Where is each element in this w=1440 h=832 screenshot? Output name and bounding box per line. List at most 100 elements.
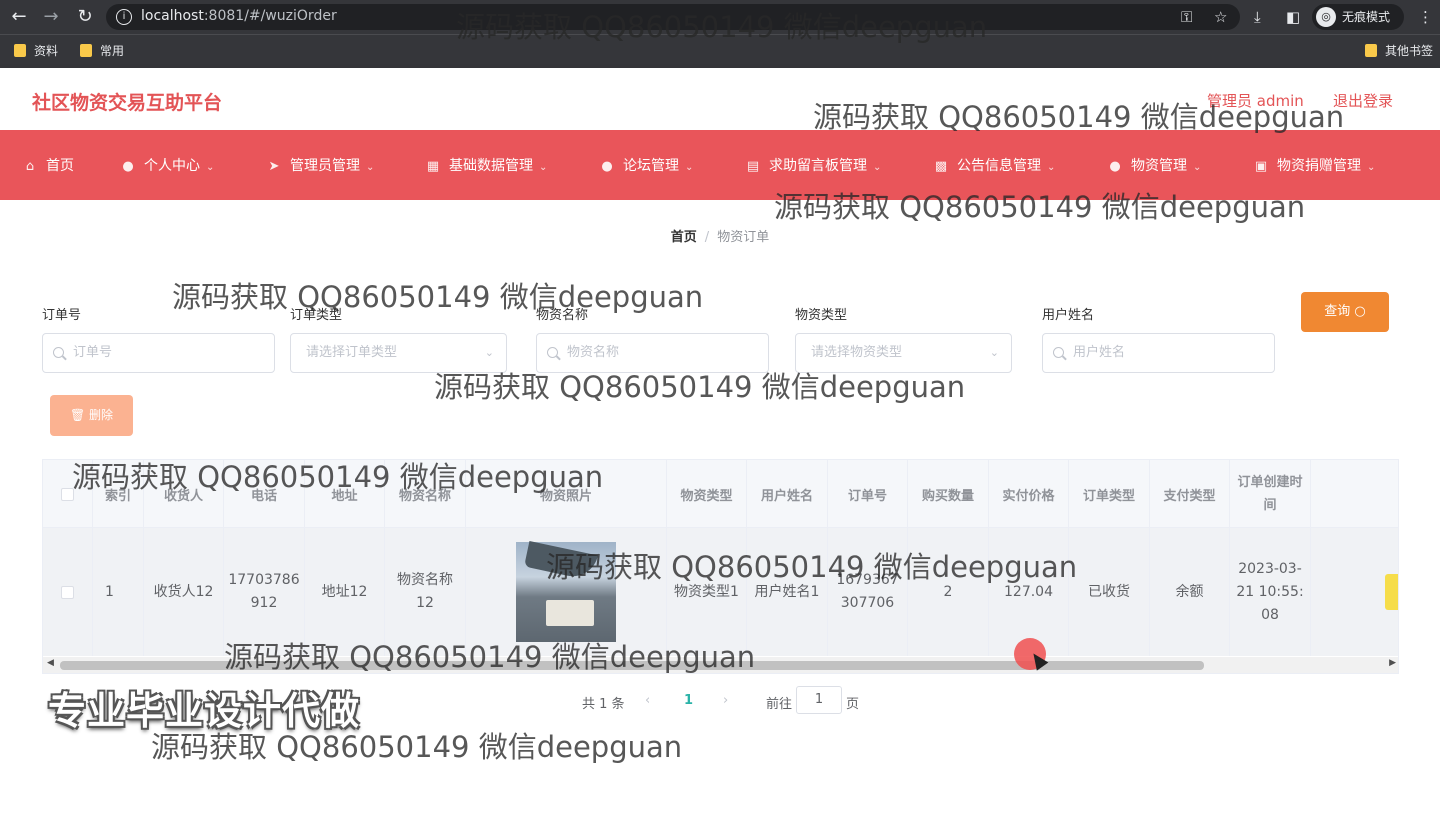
chevron-down-icon: ⌄ [366,162,375,173]
site-title: 社区物资交易互助平台 [32,92,223,114]
select-all-cell [43,460,93,528]
url-text: localhost:8081/#/wuziOrder [141,8,337,24]
breadcrumb-current: 物资订单 [717,230,770,245]
order-type-label: 订单类型 [290,308,343,323]
col-goods-name: 物资名称 [385,460,466,528]
chevron-down-icon: ⌄ [1047,162,1056,173]
cell-address: 地址12 [305,528,385,656]
prev-page-icon[interactable]: ‹ [645,693,650,708]
chevron-down-icon: ⌄ [685,162,694,173]
col-order-no: 订单号 [828,460,908,528]
nav-help-board[interactable]: ▤ 求助留言板管理 ⌄ [745,156,882,176]
cell-user-name: 用户姓名1 [747,528,828,656]
watermark: 源码获取 QQ86050149 微信deepguan [172,280,704,314]
page-suffix: 页 [846,697,860,712]
page-number-current[interactable]: 1 [684,693,693,708]
cell-goods-type: 物资类型1 [667,528,747,656]
key-icon[interactable]: ⚿ [1181,7,1192,27]
order-type-select[interactable]: 请选择订单类型 ⌄ [290,333,507,373]
incognito-badge[interactable]: ◎ 无痕模式 [1312,4,1404,30]
goto-page-input[interactable]: 1 [796,686,842,714]
col-pay-type: 支付类型 [1150,460,1230,528]
incognito-icon: ◎ [1316,7,1336,27]
cell-receiver: 收货人12 [144,528,224,656]
search-icon [1053,347,1064,358]
order-no-input[interactable]: 订单号 [42,333,275,373]
nav-forum[interactable]: ● 论坛管理 ⌄ [599,156,693,176]
sidebar-icon[interactable]: ◧ [1286,7,1300,27]
goods-type-select[interactable]: 请选择物资类型 ⌄ [795,333,1012,373]
horizontal-scrollbar[interactable]: ◀ ▶ [43,657,1398,673]
cell-order-no: 1679367307706 [828,528,908,656]
chevron-down-icon: ⌄ [484,346,494,359]
col-goods-type: 物资类型 [667,460,747,528]
user-name-input[interactable]: 用户姓名 [1042,333,1275,373]
cell-goods-name: 物资名称12 [385,528,466,656]
cell-quantity: 2 [908,528,989,656]
scroll-right-icon[interactable]: ▶ [1389,658,1396,668]
nav-personal-center[interactable]: ● 个人中心 ⌄ [120,156,214,176]
chevron-down-icon: ⌄ [539,162,548,173]
back-icon[interactable]: ← [8,6,30,28]
cell-pay-type: 余额 [1150,528,1230,656]
order-no-label: 订单号 [42,308,82,323]
goods-name-label: 物资名称 [536,308,589,323]
home-icon: ⌂ [25,159,35,174]
query-button[interactable]: 查询 ○ [1301,292,1389,332]
bookmark-ziliao[interactable]: 资料 [14,43,58,59]
select-all-checkbox[interactable] [61,487,74,501]
user-name-label: 用户姓名 [1042,308,1095,323]
next-page-icon[interactable]: › [723,693,728,708]
cell-created: 2023-03-21 10:55:08 [1230,528,1311,656]
folder-icon [1365,44,1377,57]
row-checkbox[interactable] [61,585,74,599]
goods-type-label: 物资类型 [795,308,848,323]
site-info-icon[interactable]: i [116,9,132,25]
download-icon[interactable]: ⤓ [1254,7,1261,27]
menu-icon[interactable]: ⋮ [1418,7,1433,27]
cell-phone: 17703786912 [224,528,305,656]
folder-icon [80,44,92,57]
chevron-down-icon: ⌄ [1193,162,1202,173]
col-receiver: 收货人 [144,460,224,528]
pin-icon: ● [1109,159,1121,174]
nav-notice[interactable]: ▩ 公告信息管理 ⌄ [933,156,1056,176]
star-icon[interactable]: ☆ [1214,7,1227,27]
trash-icon: 🗑 [69,408,86,422]
cell-index: 1 [93,528,144,656]
bookmark-changyong[interactable]: 常用 [80,43,124,59]
nav-base-data[interactable]: ▦ 基础数据管理 ⌄ [425,156,548,176]
goods-photo[interactable] [516,541,616,642]
breadcrumb-separator: / [704,230,710,245]
ad-banner-text: 专业毕业设计代做 [48,689,361,733]
delete-button[interactable]: 🗑 删除 [50,395,133,436]
chevron-down-icon: ⌄ [873,162,882,173]
chevron-down-icon: ⌄ [989,346,999,359]
cell-goods-photo [466,528,667,656]
nav-donation[interactable]: ▣ 物资捐赠管理 ⌄ [1253,156,1376,176]
address-bar[interactable]: i localhost:8081/#/wuziOrder [106,4,1240,30]
goods-name-input[interactable]: 物资名称 [536,333,769,373]
cell-order-type: 已收货 [1069,528,1150,656]
scroll-left-icon[interactable]: ◀ [47,658,54,668]
folder-icon [14,44,26,57]
admin-label: 管理员 admin [1207,92,1304,110]
nav-goods[interactable]: ● 物资管理 ⌄ [1107,156,1201,176]
logout-link[interactable]: 退出登录 [1333,90,1393,111]
search-icon: ○ [1354,304,1366,319]
nav-home[interactable]: ⌂ 首页 [22,156,74,176]
col-created: 订单创建时间 [1230,460,1311,528]
chevron-down-icon: ⌄ [206,162,215,173]
nav-admin-manage[interactable]: ➤ 管理员管理 ⌄ [266,156,375,176]
col-user-name: 用户姓名 [747,460,828,528]
send-icon: ➤ [268,159,280,174]
goto-label: 前往 [766,697,793,712]
reload-icon[interactable]: ↻ [74,6,96,28]
breadcrumb-home[interactable]: 首页 [671,230,697,245]
bookmark-other[interactable]: 其他书签 [1365,43,1433,59]
breadcrumb: 首页 / 物资订单 [0,226,1440,245]
table-row[interactable]: 1 收货人12 17703786912 地址12 物资名称12 物资类型1 用户… [43,528,1398,656]
row-action-button[interactable] [1385,574,1398,610]
app-header: 社区物资交易互助平台 管理员 admin 退出登录 [0,68,1440,130]
forward-icon[interactable]: → [40,6,62,28]
